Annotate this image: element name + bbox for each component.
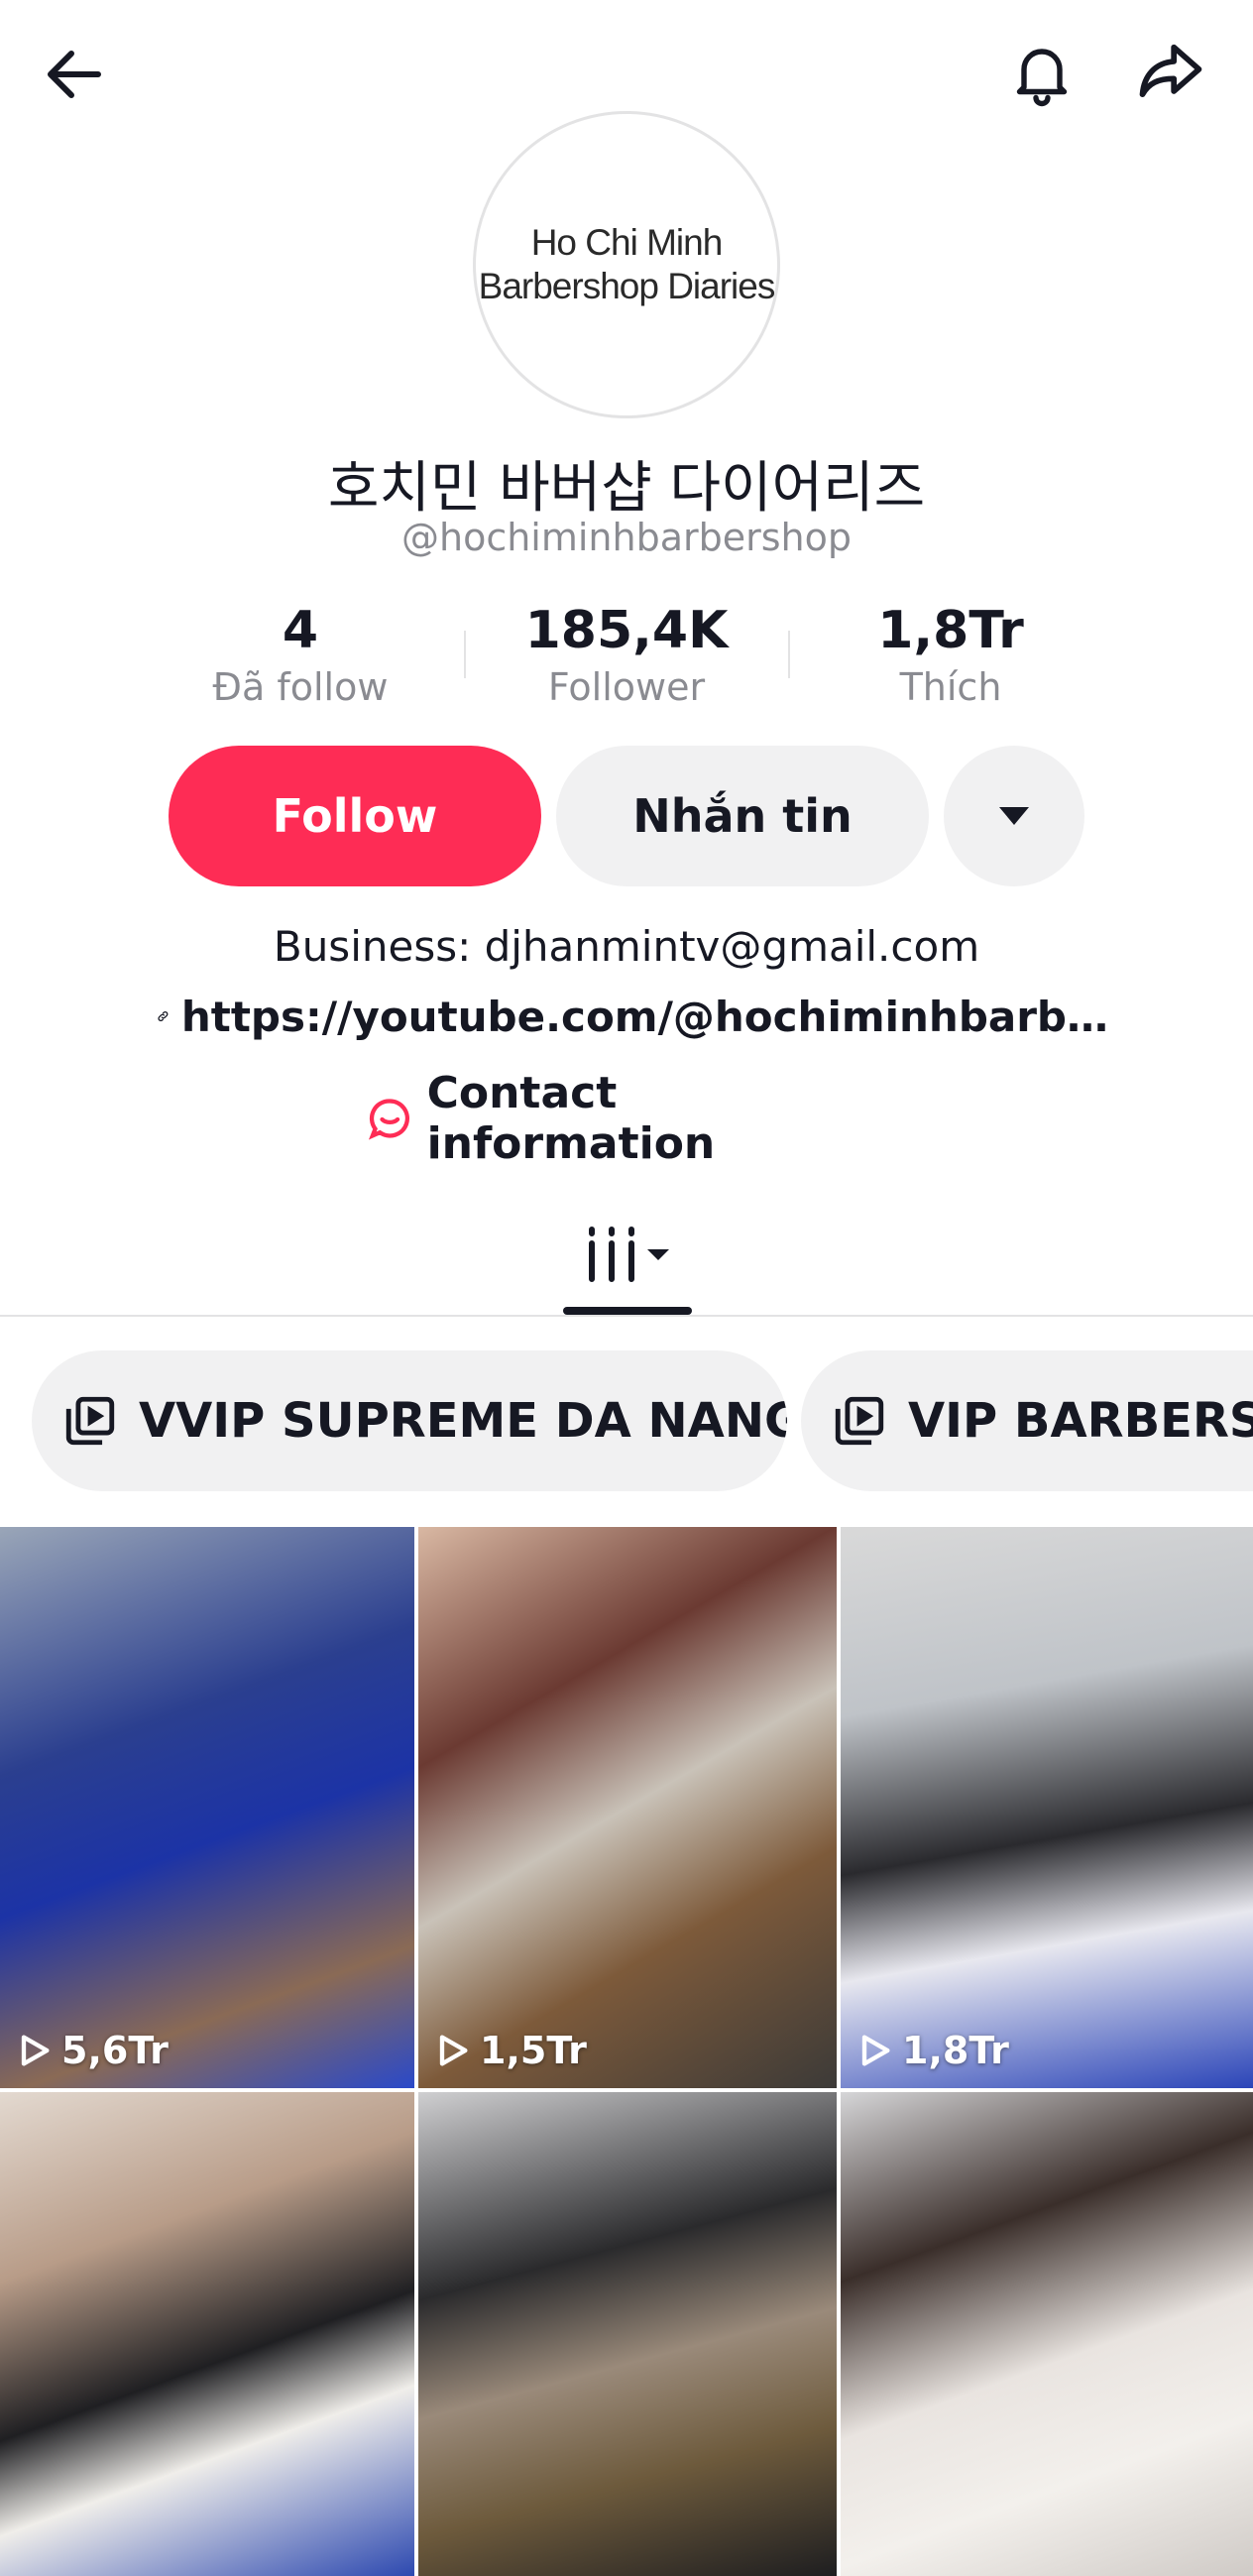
contact-information-label: Contact information xyxy=(426,1068,716,1169)
view-count: 5,6Tr xyxy=(14,2029,169,2072)
play-icon xyxy=(439,2035,468,2066)
share-button[interactable] xyxy=(1126,28,1215,117)
playlist-chip[interactable]: VIP BARBERSHOP xyxy=(801,1350,1253,1491)
playlist-chip-label: VIP BARBERSHOP xyxy=(908,1393,1253,1449)
caret-down-icon xyxy=(999,807,1029,825)
video-thumbnail[interactable] xyxy=(0,2092,414,2576)
bio-business: Business: djhanmintv@gmail.com xyxy=(273,922,980,971)
playlist-chip-label: VVIP SUPREME DA NANG xyxy=(139,1393,787,1449)
tab-active-indicator xyxy=(563,1307,692,1315)
tab-videos[interactable] xyxy=(563,1210,692,1301)
view-count-text: 1,8Tr xyxy=(902,2029,1009,2072)
video-thumbnail[interactable]: 1,8Tr xyxy=(841,1527,1253,2088)
follow-button[interactable]: Follow xyxy=(169,746,541,886)
stat-divider xyxy=(788,631,790,678)
following-label: Đã follow xyxy=(212,665,389,709)
bio-link-text: https://youtube.com/@hochiminhbarb… xyxy=(180,992,1108,1041)
playlist-icon xyxy=(65,1396,115,1446)
view-count: 1,8Tr xyxy=(854,2029,1009,2072)
play-icon xyxy=(861,2035,890,2066)
chat-icon xyxy=(368,1099,409,1140)
view-count: 1,5Tr xyxy=(432,2029,587,2072)
stat-followers[interactable]: 185,4K Follower xyxy=(468,599,785,712)
bio-link[interactable]: https://youtube.com/@hochiminhbarb… xyxy=(157,987,1108,1046)
stat-following[interactable]: 4 Đã follow xyxy=(142,599,459,712)
view-count-text: 5,6Tr xyxy=(61,2029,169,2072)
username: @hochiminhbarbershop xyxy=(400,516,852,559)
more-dropdown-button[interactable] xyxy=(944,746,1084,886)
followers-label: Follower xyxy=(547,665,706,709)
follow-button-label: Follow xyxy=(272,789,438,843)
playlist-chip[interactable]: VVIP SUPREME DA NANG xyxy=(32,1350,787,1491)
bell-icon xyxy=(1016,49,1068,107)
avatar[interactable]: Ho Chi Minh Barbershop Diaries xyxy=(473,111,780,418)
avatar-text-line2: Barbershop Diaries xyxy=(478,266,776,306)
playlist-icon xyxy=(835,1396,884,1446)
message-button[interactable]: Nhắn tin xyxy=(556,746,929,886)
stat-likes[interactable]: 1,8Tr Thích xyxy=(792,599,1109,712)
grid-lines-icon xyxy=(589,1227,669,1282)
video-thumbnail[interactable] xyxy=(418,2092,837,2576)
likes-label: Thích xyxy=(899,665,1002,709)
back-arrow-icon xyxy=(48,51,101,98)
video-thumbnail[interactable]: 1,5Tr xyxy=(418,1527,837,2088)
back-button[interactable] xyxy=(30,30,119,119)
contact-information-button[interactable]: Contact information xyxy=(367,1068,886,1169)
likes-count: 1,8Tr xyxy=(877,601,1024,660)
video-thumbnail[interactable] xyxy=(841,2092,1253,2576)
following-count: 4 xyxy=(282,601,319,660)
link-icon xyxy=(158,1011,169,1021)
share-icon xyxy=(1139,44,1202,98)
video-thumbnail[interactable]: 5,6Tr xyxy=(0,1527,414,2088)
tab-divider xyxy=(0,1315,1253,1317)
avatar-text-line1: Ho Chi Minh xyxy=(530,222,724,263)
view-count-text: 1,5Tr xyxy=(480,2029,587,2072)
message-button-label: Nhắn tin xyxy=(632,789,853,843)
stat-divider xyxy=(464,631,466,678)
notification-button[interactable] xyxy=(997,28,1086,117)
display-name: 호치민 바버샵 다이어리즈 xyxy=(327,456,926,521)
followers-count: 185,4K xyxy=(524,601,729,660)
play-icon xyxy=(21,2035,50,2066)
